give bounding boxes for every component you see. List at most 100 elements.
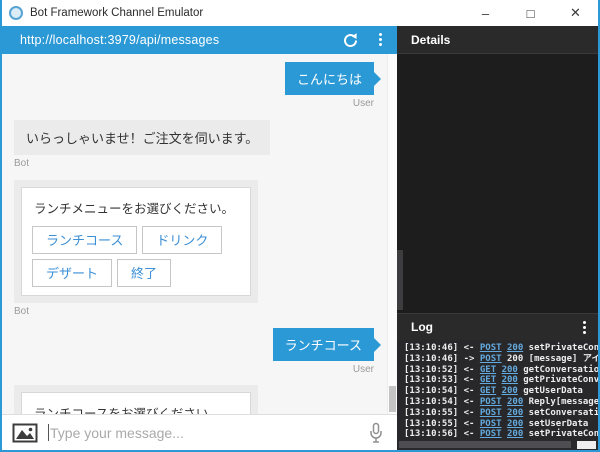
message-row: こんにちは User <box>14 62 397 109</box>
window-controls: – □ ✕ <box>463 0 598 26</box>
log-method[interactable]: POST <box>480 408 502 418</box>
card-button-group: ランチコース ドリンク デザート 終了 <box>32 226 240 287</box>
details-scrollbar-thumb[interactable] <box>397 250 403 310</box>
log-time: [13:10:55] <box>404 418 459 429</box>
details-panel: Details Log [13:10:46] <- POST 200 setPr… <box>397 26 598 450</box>
text-cursor <box>48 424 49 441</box>
close-button[interactable]: ✕ <box>553 0 598 26</box>
log-hscrollbar-thumb[interactable] <box>399 441 571 448</box>
log-method[interactable]: POST <box>480 354 502 364</box>
log-direction: <- <box>463 386 475 397</box>
log-direction: <- <box>463 396 475 407</box>
app-window: Bot Framework Channel Emulator – □ ✕ htt… <box>0 0 600 452</box>
log-time: [13:10:54] <box>404 386 459 397</box>
log-panel: Log [13:10:46] <- POST 200 setPrivateCon… <box>397 313 598 450</box>
bot-card-bubble: ランチメニューをお選びください。 ランチコース ドリンク デザート 終了 <box>14 180 258 303</box>
log-header: Log <box>397 313 598 340</box>
message-sender-label: Bot <box>14 158 30 169</box>
log-text: Reply[message] <box>528 396 598 407</box>
log-text: setPrivateConv <box>528 343 598 353</box>
log-time: [13:10:52] <box>404 364 459 375</box>
log-entries[interactable]: [13:10:46] <- POST 200 setPrivateConv [1… <box>397 340 598 440</box>
log-status[interactable]: 200 <box>502 375 518 385</box>
log-direction: <- <box>463 407 475 418</box>
log-direction: <- <box>463 418 475 429</box>
log-direction: <- <box>463 364 475 375</box>
card-button-lunch-course[interactable]: ランチコース <box>32 226 138 254</box>
chat-message-list[interactable]: こんにちは User いらっしゃいませ！ご注文を伺います。 Bot ランチメニュ… <box>2 54 397 414</box>
message-input[interactable] <box>50 424 369 441</box>
attach-image-button[interactable] <box>12 422 38 444</box>
title-bar: Bot Framework Channel Emulator – □ ✕ <box>2 0 598 26</box>
user-message-bubble: こんにちは <box>284 62 382 95</box>
bot-message-bubble: いらっしゃいませ！ご注文を伺います。 <box>14 120 271 155</box>
log-row: [13:10:52] <- GET 200 getConversation <box>404 365 598 376</box>
log-status[interactable]: 200 <box>507 419 523 429</box>
log-row: [13:10:53] <- GET 200 getPrivateConve <box>404 375 598 386</box>
log-row: [13:10:55] <- POST 200 setUserData <box>404 419 598 430</box>
log-text: getUserData <box>523 386 583 397</box>
mic-button[interactable] <box>369 422 383 444</box>
log-row: [13:10:55] <- POST 200 setConversatio <box>404 408 598 419</box>
log-status[interactable]: 200 <box>502 365 518 375</box>
log-direction: <- <box>463 429 475 440</box>
log-status[interactable]: 200 <box>507 343 523 353</box>
app-icon <box>9 6 23 20</box>
message-sender-label: Bot <box>14 306 30 317</box>
minimize-button[interactable]: – <box>463 0 508 26</box>
address-bar: http://localhost:3979/api/messages <box>2 26 397 54</box>
details-header: Details <box>397 26 598 54</box>
message-row: ランチコース User <box>14 328 397 375</box>
log-time: [13:10:55] <box>404 407 459 418</box>
log-method[interactable]: POST <box>480 429 502 439</box>
log-status[interactable]: 200 <box>507 429 523 439</box>
log-direction: <- <box>463 375 475 386</box>
address-menu-button[interactable] <box>379 33 382 46</box>
log-status[interactable]: 200 <box>502 386 518 396</box>
log-row: [13:10:56] <- POST 200 setPrivateConv <box>404 429 598 440</box>
log-method[interactable]: POST <box>480 397 502 407</box>
chat-scrollbar-thumb[interactable] <box>389 386 396 412</box>
log-status[interactable]: 200 <box>507 408 523 418</box>
log-method[interactable]: GET <box>480 365 496 375</box>
log-row: [13:10:54] <- GET 200 getUserData <box>404 386 598 397</box>
log-direction: -> <box>463 353 475 364</box>
message-row: ランチコースをお選びください。 A:チキン南蛮定食 <box>14 385 397 414</box>
log-hscrollbar[interactable] <box>397 440 598 450</box>
log-text: getConversation <box>523 364 598 375</box>
log-text: setUserData <box>528 418 589 429</box>
log-time: [13:10:46] <box>404 353 459 364</box>
message-input-bar <box>2 414 397 450</box>
log-status[interactable]: 200 <box>507 397 523 407</box>
maximize-button[interactable]: □ <box>508 0 553 26</box>
log-text: getPrivateConve <box>523 375 598 386</box>
message-row: いらっしゃいませ！ご注文を伺います。 Bot <box>14 120 397 169</box>
log-text: setPrivateConv <box>528 429 598 440</box>
log-row: [13:10:54] <- POST 200 Reply[message] <box>404 397 598 408</box>
chat-scrollbar[interactable] <box>387 54 397 414</box>
window-title: Bot Framework Channel Emulator <box>30 7 204 19</box>
details-body <box>397 54 598 313</box>
log-method[interactable]: POST <box>480 343 502 353</box>
log-time: [13:10:46] <box>404 343 459 353</box>
refresh-button[interactable] <box>342 32 359 49</box>
log-row: [13:10:46] -> POST 200 [message] アイ <box>404 354 598 365</box>
card-button-drink[interactable]: ドリンク <box>142 226 223 254</box>
card-button-dessert[interactable]: デザート <box>32 259 113 287</box>
endpoint-url[interactable]: http://localhost:3979/api/messages <box>20 33 219 47</box>
log-scroll-corner <box>577 441 596 449</box>
card-title: ランチメニューをお選びください。 <box>34 202 235 216</box>
log-time: [13:10:54] <box>404 396 459 407</box>
log-method[interactable]: GET <box>480 386 496 396</box>
log-status: 200 <box>506 353 524 364</box>
microphone-icon <box>370 422 382 443</box>
refresh-icon <box>344 33 358 47</box>
log-menu-button[interactable] <box>583 320 586 334</box>
log-time: [13:10:53] <box>404 375 459 386</box>
log-method[interactable]: POST <box>480 419 502 429</box>
card-title: ランチコースをお選びください。 <box>34 407 221 414</box>
log-method[interactable]: GET <box>480 375 496 385</box>
log-text: setConversatio <box>528 407 598 418</box>
card-button-end[interactable]: 終了 <box>117 259 172 287</box>
log-row: [13:10:46] <- POST 200 setPrivateConv <box>404 343 598 354</box>
